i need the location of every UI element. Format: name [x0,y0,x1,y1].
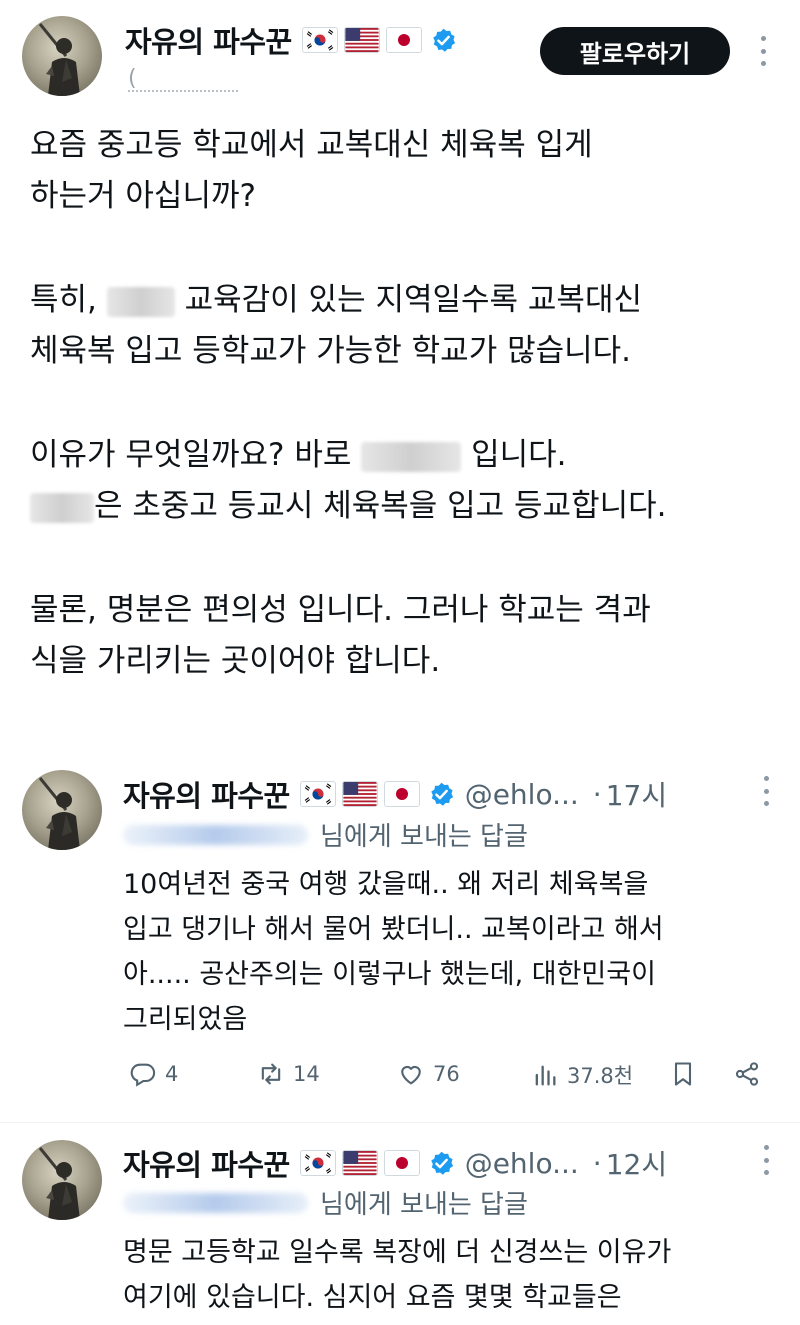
redacted-reply-target [123,824,308,845]
reply-to-label: 님에게 보내는 답글 [123,1184,528,1221]
reply-to-label: 님에게 보내는 답글 [123,816,528,853]
reply-line: 명문 고등학교 일수록 복장에 더 신경쓰는 이유가 [123,1237,672,1268]
reply-timestamp[interactable]: 12시 [606,1143,667,1183]
redacted-word [106,286,175,317]
usa-flag-icon [343,27,380,53]
tweet-line: 요즘 중고등 학교에서 교복대신 체육복 입게 [30,127,593,163]
like-count: 76 [433,1062,460,1086]
author-name[interactable]: 자유의 파수꾼 [125,19,292,61]
author-avatar[interactable] [22,16,102,96]
reply-action-bar: 4 14 76 37.8천 [123,1060,783,1106]
reply-line: 입고 댕기나 해서 물어 봤더니.. 교복이라고 해서 [123,914,664,945]
redacted-word [361,441,462,472]
verified-badge-icon [428,781,455,808]
dot-separator: · [592,1146,602,1180]
tweet-line: 특히, 교육감이 있는 지역일수록 교복대신 [30,275,790,326]
tweet-line: 은 초중고 등교시 체육복을 입고 등교합니다. [30,481,790,532]
reply-to-text: 님에게 보내는 답글 [320,1190,528,1220]
usa-flag-icon [341,781,378,807]
like-icon [397,1060,425,1088]
tweet-line: 체육복 입고 등학교가 가능한 학교가 많습니다. [30,333,632,369]
reply-body: 명문 고등학교 일수록 복장에 더 신경쓰는 이유가 여기에 있습니다. 심지어… [123,1230,783,1320]
reply-avatar[interactable] [22,770,102,850]
like-action[interactable]: 76 [397,1060,460,1088]
japan-flag-icon [383,781,420,807]
dot-separator: · [592,777,602,811]
reply-header: 자유의 파수꾼 @ehlo... · 17시 [123,773,667,815]
share-icon [733,1060,761,1088]
reply-action[interactable]: 4 [129,1060,178,1088]
reply-line: 그리되었음 [123,1004,248,1035]
author-header: 자유의 파수꾼 [125,19,457,61]
redacted-reply-target [123,1192,308,1213]
tweet-text-segment: 입니다. [471,437,567,473]
repost-icon [257,1060,285,1088]
reply-handle[interactable]: @ehlo... [465,1147,579,1180]
divider [0,1122,800,1123]
reply-to-text: 님에게 보내는 답글 [320,822,528,852]
bookmark-icon [669,1060,697,1088]
tweet-text-segment: 은 초중고 등교시 체육복을 입고 등교합니다. [94,488,667,524]
author-handle-hint: ( [128,66,137,91]
verified-badge-icon [430,27,457,54]
tweet-body: 요즘 중고등 학교에서 교복대신 체육복 입게 하는거 아십니까? 특히, 교육… [30,120,790,687]
views-icon [531,1061,559,1089]
japan-flag-icon [383,1150,420,1176]
reply-icon [129,1060,157,1088]
japan-flag-icon [385,27,422,53]
redacted-word [30,492,94,523]
repost-count: 14 [293,1062,320,1086]
tweet-text-segment: 이유가 무엇일까요? 바로 [30,437,352,473]
tweet-line: 식을 가리키는 곳이어야 합니다. [30,643,441,679]
korea-flag-icon [299,781,336,807]
bookmark-action[interactable] [669,1060,697,1088]
share-action[interactable] [733,1060,761,1088]
verified-badge-icon [428,1150,455,1177]
views-action[interactable]: 37.8천 [531,1060,633,1090]
tweet-text-segment: 교육감이 있는 지역일수록 교복대신 [184,282,642,318]
repost-action[interactable]: 14 [257,1060,320,1088]
reply-timestamp[interactable]: 17시 [606,774,667,814]
reply-header: 자유의 파수꾼 @ehlo... · 12시 [123,1142,667,1184]
tweet-line: 하는거 아십니까? [30,178,256,214]
reply-author-name[interactable]: 자유의 파수꾼 [123,773,290,815]
reply-line: 여기에 있습니다. 심지어 요즘 몇몇 학교들은 [123,1282,622,1313]
views-count: 37.8천 [567,1064,634,1088]
reply-avatar[interactable] [22,1140,102,1220]
reply-line: 10여년전 중국 여행 갔을때.. 왜 저리 체육복을 [123,869,649,900]
korea-flag-icon [301,27,338,53]
tweet-line: 이유가 무엇일까요? 바로 입니다. [30,430,790,481]
korea-flag-icon [299,1150,336,1176]
more-options-icon[interactable] [755,36,771,66]
follow-button[interactable]: 팔로우하기 [540,27,730,75]
reply-body: 10여년전 중국 여행 갔을때.. 왜 저리 체육복을 입고 댕기나 해서 물어… [123,862,783,1042]
reply-line: 아..... 공산주의는 이렇구나 했는데, 대한민국이 [123,959,656,990]
more-options-icon[interactable] [758,1145,774,1175]
author-handle-redacted: ( [128,66,238,92]
reply-handle[interactable]: @ehlo... [465,778,579,811]
reply-count: 4 [165,1062,179,1086]
more-options-icon[interactable] [758,776,774,806]
usa-flag-icon [341,1150,378,1176]
tweet-text-segment: 특히, [30,282,97,318]
reply-author-name[interactable]: 자유의 파수꾼 [123,1142,290,1184]
tweet-line: 물론, 명분은 편의성 입니다. 그러나 학교는 격과 [30,592,651,628]
